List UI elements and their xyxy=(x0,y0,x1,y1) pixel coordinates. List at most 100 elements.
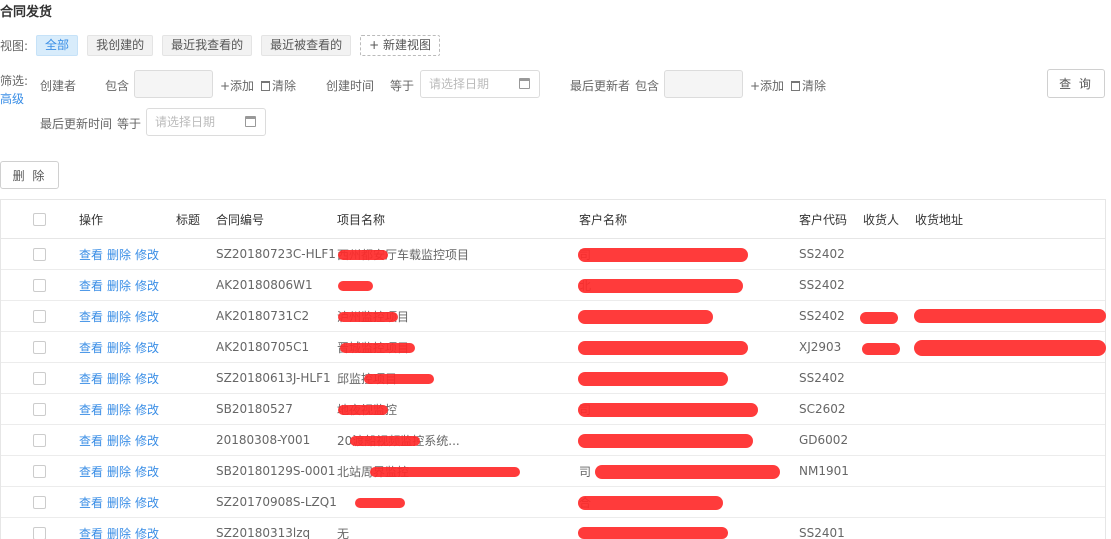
edit-link[interactable]: 修改 xyxy=(135,432,159,449)
view-link[interactable]: 查看 xyxy=(79,463,103,480)
view-link[interactable]: 查看 xyxy=(79,246,103,263)
redaction-mark xyxy=(578,372,728,386)
query-button[interactable]: 查 询 xyxy=(1047,69,1105,98)
redaction-mark xyxy=(350,436,420,446)
edit-link[interactable]: 修改 xyxy=(135,308,159,325)
view-link[interactable]: 查看 xyxy=(79,494,103,511)
row-checkbox[interactable] xyxy=(33,371,46,385)
row-checkbox[interactable] xyxy=(33,433,46,447)
header-title: 标题 xyxy=(176,212,201,227)
delete-link[interactable]: 删除 xyxy=(107,432,131,449)
table-row[interactable]: 查看删除修改AK20180806W1北SS2402 xyxy=(1,270,1105,301)
delete-button[interactable]: 删 除 xyxy=(0,161,59,189)
cell-customer-code: SS2401 xyxy=(799,526,845,539)
view-link[interactable]: 查看 xyxy=(79,339,103,356)
creator-add-button[interactable]: +添加 xyxy=(220,77,254,94)
new-view-button[interactable]: + 新建视图 xyxy=(360,34,440,56)
table-row[interactable]: 查看 删除 修改 SZ20180313lzq 无 SS2401 xyxy=(1,518,1105,539)
view-link[interactable]: 查看 xyxy=(79,308,103,325)
cell-customer-code: SS2402 xyxy=(799,247,845,261)
row-checkbox[interactable] xyxy=(33,247,46,261)
redaction-mark xyxy=(862,343,900,355)
delete-link[interactable]: 删除 xyxy=(107,277,131,294)
calendar-icon xyxy=(519,78,530,89)
header-customer: 客户名称 xyxy=(579,212,628,227)
view-link[interactable]: 查看 xyxy=(79,277,103,294)
cell-contract-no: SZ20180313lzq xyxy=(216,526,311,539)
edit-link[interactable]: 修改 xyxy=(135,339,159,356)
delete-link[interactable]: 删除 xyxy=(107,401,131,418)
table-row[interactable]: 查看删除修改SB20180527地夜视监控司SC2602 xyxy=(1,394,1105,425)
view-recently-viewed-by-others-button[interactable]: 最近被查看的 xyxy=(261,34,352,56)
delete-link[interactable]: 删除 xyxy=(107,308,131,325)
redaction-mark xyxy=(914,340,1106,356)
cell-customer-code: XJ2903 xyxy=(799,340,842,354)
delete-link[interactable]: 删除 xyxy=(107,246,131,263)
edit-link[interactable]: 修改 xyxy=(135,277,159,294)
redaction-mark xyxy=(595,465,780,479)
delete-link[interactable]: 删除 xyxy=(107,463,131,480)
redaction-mark xyxy=(338,250,388,260)
edit-link[interactable]: 修改 xyxy=(135,463,159,480)
view-link[interactable]: 查看 xyxy=(79,401,103,418)
view-recent-viewed-button[interactable]: 最近我查看的 xyxy=(162,34,253,56)
redaction-mark xyxy=(338,281,373,291)
cell-customer-code: NM1901 xyxy=(799,464,849,478)
view-link[interactable]: 查看 xyxy=(79,432,103,449)
cell-contract-no: SZ20170908S-LZQ1 xyxy=(216,495,337,509)
table-row[interactable]: 查看删除修改SB20180129S-0001北站周界监控司NM1901 xyxy=(1,456,1105,487)
last-updater-op: 包含 xyxy=(635,79,660,93)
redaction-mark xyxy=(355,498,405,508)
edit-link[interactable]: 修改 xyxy=(135,494,159,511)
row-checkbox[interactable] xyxy=(33,526,46,539)
view-link[interactable]: 查看 xyxy=(79,525,103,539)
cell-customer-code: SS2402 xyxy=(799,371,845,385)
redaction-mark xyxy=(578,434,753,448)
row-checkbox[interactable] xyxy=(33,278,46,292)
row-checkbox[interactable] xyxy=(33,495,46,509)
header-receiver: 收货人 xyxy=(863,212,900,227)
last-updater-input[interactable] xyxy=(664,70,743,98)
edit-link[interactable]: 修改 xyxy=(135,246,159,263)
row-checkbox[interactable] xyxy=(33,402,46,416)
table-row[interactable]: 查看删除修改SZ20180613J-HLF1邱监控项目SS2402 xyxy=(1,363,1105,394)
view-all-button[interactable]: 全部 xyxy=(36,34,79,56)
row-checkbox[interactable] xyxy=(33,464,46,478)
creator-input[interactable] xyxy=(134,70,213,98)
delete-link[interactable]: 删除 xyxy=(107,370,131,387)
header-contract-no: 合同编号 xyxy=(216,212,265,227)
created-time-date-picker[interactable]: 请选择日期 xyxy=(420,70,540,98)
view-mine-button[interactable]: 我创建的 xyxy=(87,34,154,56)
last-updater-clear-button[interactable]: 清除 xyxy=(791,77,826,94)
edit-link[interactable]: 修改 xyxy=(135,525,159,539)
table-row[interactable]: 查看删除修改SZ20180723C-HLF1西州都安厅车载监控项目司SS2402 xyxy=(1,239,1105,270)
cell-customer-code: SC2602 xyxy=(799,402,846,416)
table-row[interactable]: 查看删除修改20180308-Y00120渡船视频监控系统...GD6002 xyxy=(1,425,1105,456)
delete-link[interactable]: 删除 xyxy=(107,494,131,511)
delete-link[interactable]: 删除 xyxy=(107,525,131,539)
last-updated-time-label: 最后更新时间 xyxy=(40,117,113,131)
redaction-mark xyxy=(370,467,520,477)
row-checkbox[interactable] xyxy=(33,309,46,323)
redaction-mark xyxy=(578,496,723,510)
redaction-mark xyxy=(578,279,743,293)
created-time-label: 创建时间 xyxy=(326,79,375,93)
row-checkbox[interactable] xyxy=(33,340,46,354)
view-bar: 视图: 全部 我创建的 最近我查看的 最近被查看的 + 新建视图 xyxy=(0,34,449,56)
creator-clear-button[interactable]: 清除 xyxy=(261,77,296,94)
cell-project: 无 xyxy=(337,526,350,539)
cell-contract-no: AK20180731C2 xyxy=(216,309,310,323)
last-updated-time-date-picker[interactable]: 请选择日期 xyxy=(146,108,266,136)
edit-link[interactable]: 修改 xyxy=(135,370,159,387)
advanced-filter-link[interactable]: 高级 xyxy=(0,90,24,107)
delete-link[interactable]: 删除 xyxy=(107,339,131,356)
header-action: 操作 xyxy=(79,212,104,227)
last-updater-add-button[interactable]: +添加 xyxy=(750,77,784,94)
last-updated-time-op: 等于 xyxy=(117,117,142,131)
table-row[interactable]: 查看删除修改SZ20170908S-LZQ1合 xyxy=(1,487,1105,518)
filter-label: 筛选: xyxy=(0,74,29,88)
redaction-mark xyxy=(860,312,898,324)
view-link[interactable]: 查看 xyxy=(79,370,103,387)
edit-link[interactable]: 修改 xyxy=(135,401,159,418)
select-all-checkbox[interactable] xyxy=(33,212,46,226)
